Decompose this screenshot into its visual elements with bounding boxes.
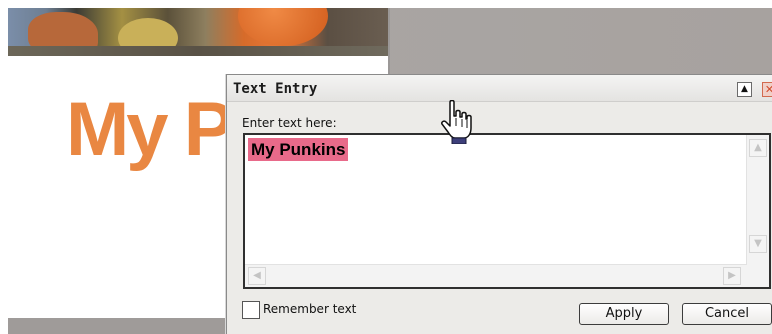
photo-ground bbox=[8, 46, 388, 56]
scrollbar-corner bbox=[747, 265, 769, 287]
text-prompt-label: Enter text here: bbox=[242, 116, 337, 130]
horizontal-scrollbar[interactable]: ◀ ▶ bbox=[245, 264, 747, 287]
screen: My Pu Text Entry ▲ ✕ Enter text here: My… bbox=[0, 0, 772, 334]
dialog-titlebar[interactable]: Text Entry ▲ ✕ bbox=[227, 75, 772, 102]
hand-pointer-icon bbox=[441, 100, 472, 144]
workspace-left-edge bbox=[0, 0, 8, 334]
checkbox-icon[interactable] bbox=[242, 301, 260, 319]
text-entry-dialog: Text Entry ▲ ✕ Enter text here: My Punki… bbox=[226, 74, 772, 334]
minimize-icon[interactable]: ▲ bbox=[737, 82, 752, 97]
photo-pumpkin bbox=[238, 8, 328, 46]
workspace-top-edge bbox=[0, 0, 772, 8]
canvas-photo bbox=[8, 8, 388, 56]
scroll-left-icon[interactable]: ◀ bbox=[248, 267, 266, 285]
text-entry-input[interactable]: My Punkins ▲ ▼ ◀ ▶ bbox=[243, 133, 771, 289]
scroll-down-icon[interactable]: ▼ bbox=[749, 235, 767, 253]
vertical-scrollbar[interactable]: ▲ ▼ bbox=[746, 135, 769, 269]
scroll-up-icon[interactable]: ▲ bbox=[749, 139, 767, 157]
scroll-right-icon[interactable]: ▶ bbox=[723, 267, 741, 285]
selected-text[interactable]: My Punkins bbox=[248, 138, 349, 161]
cancel-button[interactable]: Cancel bbox=[682, 303, 772, 325]
apply-button[interactable]: Apply bbox=[579, 303, 669, 325]
dialog-title: Text Entry bbox=[233, 81, 318, 97]
close-icon[interactable]: ✕ bbox=[762, 82, 772, 97]
remember-text-label[interactable]: Remember text bbox=[263, 302, 356, 316]
